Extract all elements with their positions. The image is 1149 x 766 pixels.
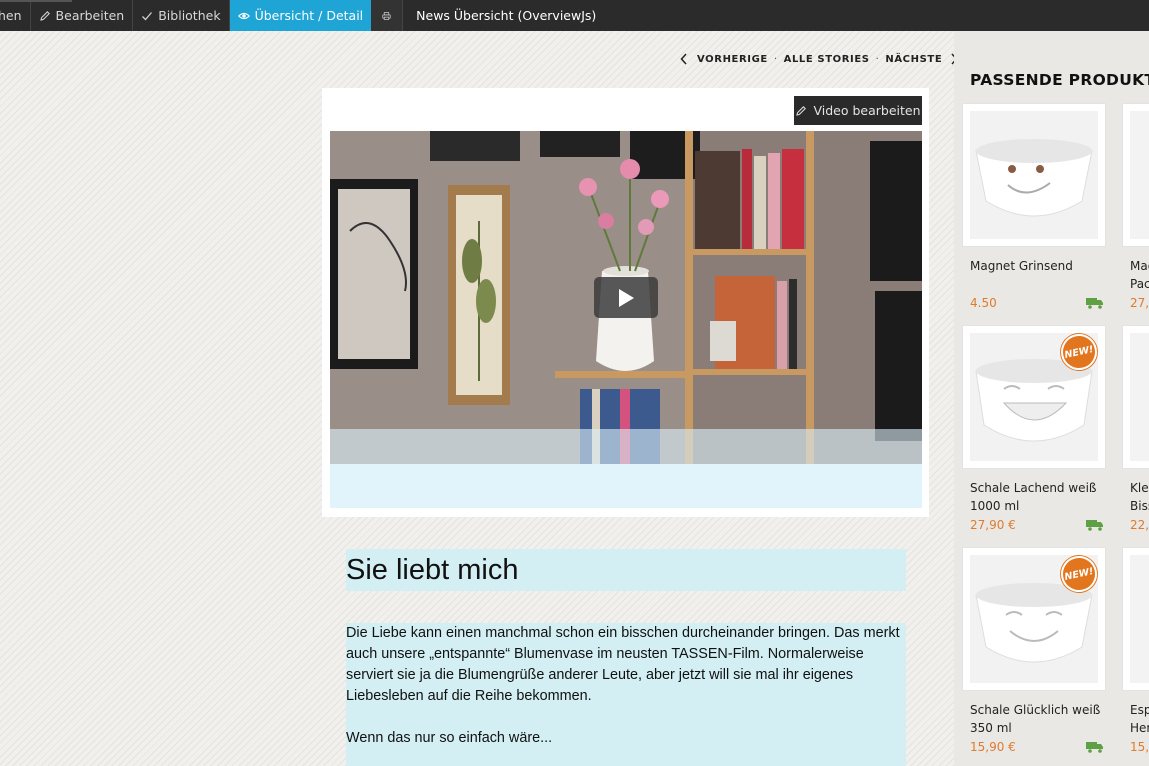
toolbar-item-label: hen (0, 8, 22, 23)
previous-story-link[interactable]: VORHERIGE (697, 54, 768, 65)
pencil-icon (39, 10, 50, 21)
page-title: News Übersicht (OverviewJs) (416, 8, 597, 23)
product-image[interactable] (1122, 325, 1149, 469)
product-name[interactable]: Mag Pac (1122, 257, 1149, 293)
printer-icon (382, 11, 391, 20)
price-row: 4.50 (962, 293, 1112, 313)
article-paragraph: Die Liebe kann einen manchmal schon ein … (346, 625, 900, 704)
product-price: 4.50 (970, 296, 997, 310)
chevron-left-icon[interactable] (680, 53, 688, 65)
sidebar-title: PASSENDE PRODUKTE (970, 71, 1149, 89)
product-image[interactable] (1122, 103, 1149, 247)
product-card[interactable]: Esp Her 15,9 (1122, 547, 1149, 757)
next-story-link[interactable]: NÄCHSTE (885, 54, 942, 65)
product-price: 15,90 € (970, 740, 1016, 754)
product-price: 15,9 (1130, 740, 1149, 754)
product-price: 27,0 (1130, 296, 1149, 310)
article-headline: Sie liebt mich (346, 553, 519, 586)
truck-icon (1086, 298, 1103, 309)
pencil-icon (796, 105, 807, 116)
truck-icon (1086, 742, 1103, 753)
library-button-label: Bibliothek (158, 8, 221, 23)
check-icon (142, 11, 153, 20)
product-card[interactable]: Magnet Grinsend 4.50 (962, 103, 1112, 313)
play-icon (619, 288, 634, 307)
article-body[interactable]: Die Liebe kann einen manchmal schon ein … (346, 623, 906, 766)
product-name[interactable]: Schale Glücklich weiß 350 ml (962, 701, 1112, 737)
story-navigation: VORHERIGE · ALLE STORIES · NÄCHSTE (680, 52, 958, 66)
edit-video-label: Video bearbeiten (813, 103, 921, 118)
price-row: 22,9 (1122, 515, 1149, 535)
top-toolbar: hen Bearbeiten Bibliothek Übersicht / De… (0, 0, 1149, 31)
overview-detail-tab[interactable]: Übersicht / Detail (229, 0, 372, 31)
bowl-image (970, 111, 1098, 239)
video-player[interactable] (330, 131, 922, 464)
product-card[interactable]: Mag Pac 27,0 (1122, 103, 1149, 313)
price-row: 27,90 € (962, 515, 1112, 535)
price-row: 15,90 € (962, 737, 1112, 757)
product-image[interactable] (962, 103, 1106, 247)
product-price: 22,9 (1130, 518, 1149, 532)
product-card[interactable]: Klei Biss 22,9 (1122, 325, 1149, 535)
product-name[interactable]: Klei Biss (1122, 479, 1149, 515)
video-caption-area[interactable] (330, 464, 922, 508)
library-button[interactable]: Bibliothek (133, 0, 230, 31)
video-card: Video bearbeiten (322, 88, 929, 517)
product-name[interactable]: Schale Lachend weiß 1000 ml (962, 479, 1112, 515)
nav-separator: · (875, 53, 880, 65)
eye-icon (237, 12, 250, 19)
product-card[interactable]: NEW! Schale Lachend weiß 1000 ml 27,90 € (962, 325, 1112, 535)
headline-box[interactable]: Sie liebt mich (346, 549, 906, 591)
price-row: 27,0 (1122, 293, 1149, 313)
product-name[interactable]: Magnet Grinsend (962, 257, 1112, 293)
truck-icon (1086, 520, 1103, 531)
price-row: 15,9 (1122, 737, 1149, 757)
all-stories-link[interactable]: ALLE STORIES (784, 54, 870, 65)
toolbar-item-truncated[interactable]: hen (0, 0, 31, 31)
nav-separator: · (773, 53, 778, 65)
product-card[interactable]: NEW! Schale Glücklich weiß 350 ml 15,90 … (962, 547, 1112, 757)
play-button[interactable] (594, 277, 658, 318)
product-price: 27,90 € (970, 518, 1016, 532)
product-name[interactable]: Esp Her (1122, 701, 1149, 737)
product-image[interactable]: NEW! (962, 547, 1106, 691)
edit-button[interactable]: Bearbeiten (31, 0, 134, 31)
toolbar-strip (0, 0, 72, 2)
related-products-sidebar: PASSENDE PRODUKTE Magnet Grinsend 4.50 M… (954, 31, 1149, 766)
article-paragraph: Wenn das nur so einfach wäre... (346, 730, 553, 746)
print-button[interactable] (371, 0, 404, 31)
edit-video-button[interactable]: Video bearbeiten (794, 96, 922, 125)
overview-detail-label: Übersicht / Detail (254, 8, 364, 23)
edit-button-label: Bearbeiten (55, 8, 125, 23)
product-image[interactable] (1122, 547, 1149, 691)
product-image[interactable]: NEW! (962, 325, 1106, 469)
